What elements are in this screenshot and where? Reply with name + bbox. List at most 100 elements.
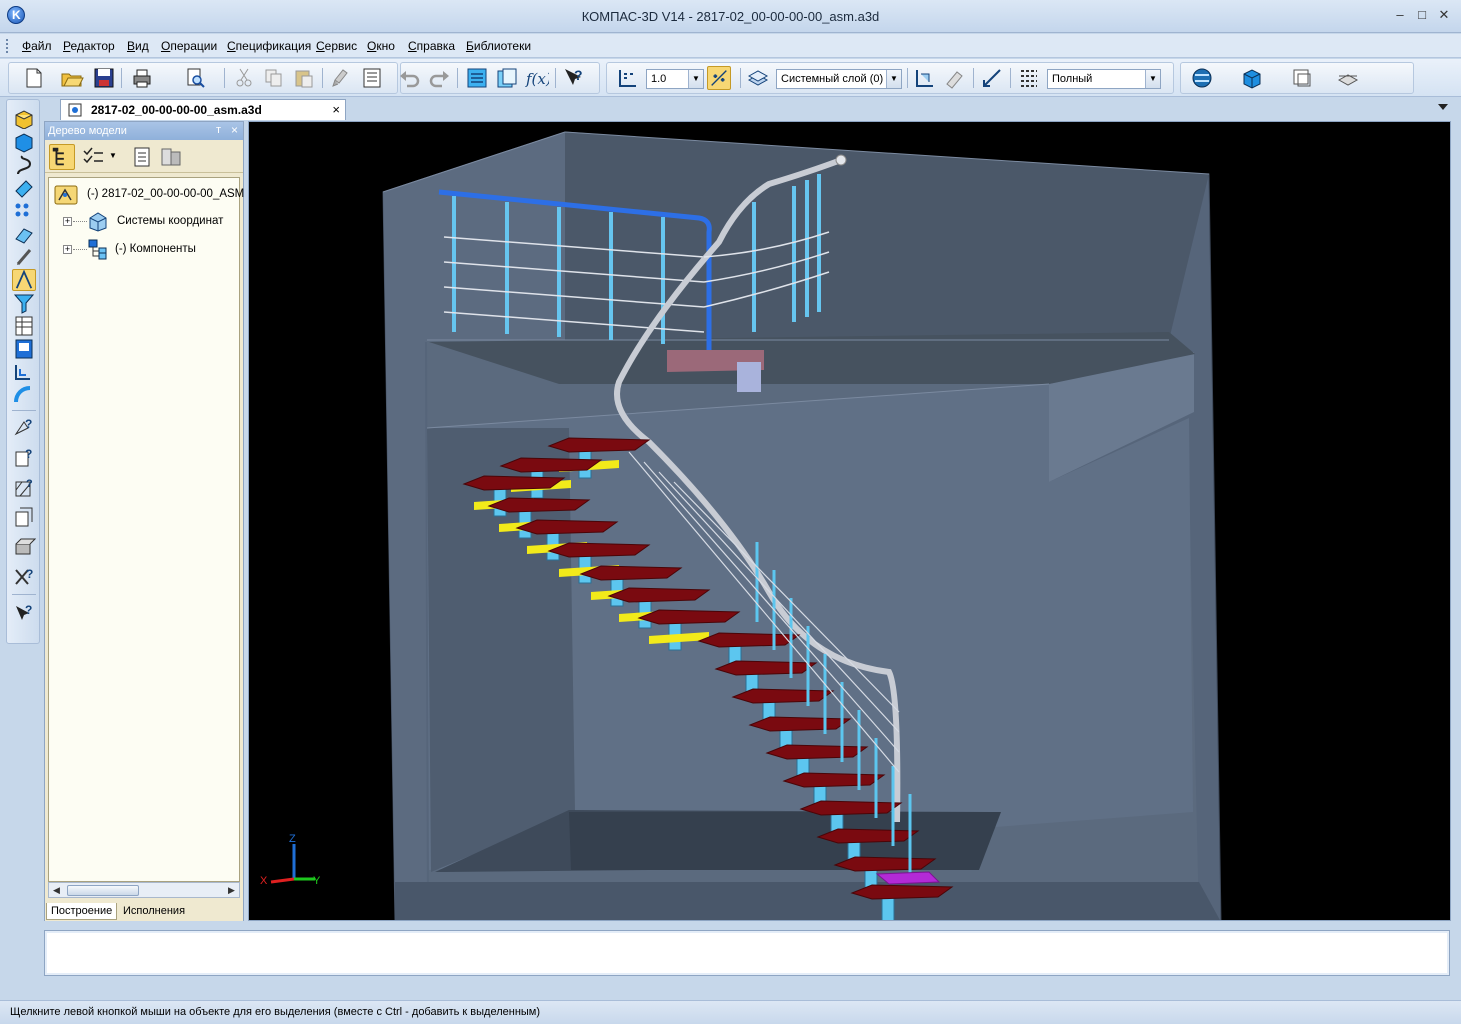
toolbar-separator — [12, 410, 36, 411]
main-toolbar: f(x) ? 1.0▼ Системный слой (0)▼ Полный ▼ — [0, 59, 1461, 97]
menu-grip[interactable] — [6, 39, 10, 53]
expand-icon[interactable]: + — [63, 217, 72, 226]
tab-build[interactable]: Построение — [46, 903, 118, 920]
help-sketch-icon[interactable]: ? — [12, 416, 36, 438]
section-view-icon[interactable] — [1336, 66, 1360, 90]
view-mode-value: Полный — [1052, 73, 1093, 85]
model-viewport[interactable]: Z X Y — [248, 121, 1451, 921]
chevron-down-icon[interactable]: ▼ — [688, 70, 703, 88]
function-fx-icon[interactable]: f(x) — [525, 66, 549, 90]
svg-text:f(x): f(x) — [525, 70, 549, 88]
pin-icon[interactable]: т — [216, 124, 221, 136]
menu-help[interactable]: Справка — [408, 39, 455, 53]
tree-horizontal-scrollbar[interactable]: ◀ ▶ — [48, 882, 240, 898]
scroll-right-icon[interactable]: ▶ — [225, 884, 238, 896]
view-icon[interactable] — [12, 506, 36, 528]
shaded-view-icon[interactable] — [1240, 66, 1264, 90]
menu-window[interactable]: Окно — [367, 39, 395, 53]
component-icon[interactable] — [12, 131, 36, 153]
assembly-icon — [54, 185, 78, 205]
scrollbar-thumb[interactable] — [67, 885, 139, 896]
menu-file[interactable]: Файл — [22, 39, 52, 53]
view-mode-combo[interactable]: Полный ▼ — [1047, 69, 1161, 89]
menu-service[interactable]: Сервис — [316, 39, 357, 53]
minimize-button[interactable]: ‒ — [1392, 8, 1408, 22]
tree-view-options-icon[interactable] — [81, 146, 105, 168]
filter-icon[interactable] — [1017, 66, 1041, 90]
tab-versions[interactable]: Исполнения — [119, 903, 189, 920]
surface-icon[interactable] — [12, 177, 36, 199]
tree-compare-icon[interactable] — [159, 146, 183, 168]
paste-icon[interactable] — [292, 66, 316, 90]
tree-document-icon[interactable] — [131, 146, 153, 168]
help-section-icon[interactable]: ? — [12, 446, 36, 468]
spatial-curve-icon[interactable] — [12, 154, 36, 176]
help-assembly-icon[interactable]: ? — [12, 566, 36, 588]
model-tree-icon[interactable] — [465, 66, 489, 90]
menu-specification[interactable]: Спецификация — [227, 39, 311, 53]
format-painter-icon[interactable] — [330, 66, 354, 90]
tree-structure-icon[interactable] — [49, 144, 75, 170]
orientation-icon[interactable] — [913, 66, 937, 90]
menu-operations[interactable]: Операции — [161, 39, 217, 53]
new-document-icon[interactable] — [22, 66, 46, 90]
save-icon[interactable] — [92, 66, 116, 90]
measure-tools-icon[interactable] — [12, 269, 36, 291]
model-tree-body: (-) 2817-02_00-00-00-00_ASM ( + Системы … — [48, 177, 251, 882]
undo-icon[interactable] — [398, 66, 422, 90]
chevron-down-icon[interactable]: ▼ — [886, 70, 901, 88]
help-pointer-icon[interactable]: ? — [12, 602, 36, 624]
print-preview-icon[interactable] — [183, 66, 207, 90]
staircase-model-render[interactable]: Z X Y — [249, 122, 1451, 921]
expand-icon[interactable]: + — [63, 245, 72, 254]
extrude-icon[interactable] — [12, 536, 36, 558]
render-mode-icon[interactable] — [1190, 66, 1214, 90]
model-tree-title: Дерево модели — [48, 125, 127, 137]
edit-assembly-icon[interactable] — [12, 107, 36, 129]
menu-editor[interactable]: Редактор — [63, 39, 115, 53]
print-icon[interactable] — [130, 66, 154, 90]
close-panel-icon[interactable]: × — [231, 123, 238, 137]
edit-style-icon[interactable] — [943, 66, 967, 90]
maximize-button[interactable]: □ — [1414, 8, 1430, 22]
stair-tread — [799, 800, 903, 816]
fasteners-icon[interactable] — [12, 246, 36, 268]
mate-icon[interactable] — [12, 223, 36, 245]
chevron-down-icon[interactable]: ▼ — [1145, 70, 1160, 88]
copy-icon[interactable] — [262, 66, 286, 90]
help-hatch-icon[interactable]: ? — [12, 476, 36, 498]
sheet-metal-icon[interactable] — [12, 361, 36, 383]
scroll-left-icon[interactable]: ◀ — [50, 884, 63, 896]
layer-combo[interactable]: Системный слой (0) ▼ — [776, 69, 902, 89]
variables-icon[interactable] — [495, 66, 519, 90]
filter-funnel-icon[interactable] — [12, 292, 36, 314]
menu-libraries[interactable]: Библиотеки — [466, 39, 531, 53]
projection-icon[interactable] — [1290, 66, 1314, 90]
svg-text:?: ? — [25, 417, 32, 431]
redo-icon[interactable] — [427, 66, 451, 90]
open-folder-icon[interactable] — [60, 66, 84, 90]
properties-panel[interactable] — [44, 930, 1450, 976]
close-tab-icon[interactable]: × — [332, 102, 340, 117]
svg-text:?: ? — [26, 478, 33, 490]
array-icon[interactable] — [12, 200, 36, 222]
snap-grid-icon[interactable] — [616, 66, 640, 90]
scale-combo[interactable]: 1.0 ▼ — [646, 69, 704, 89]
stair-tread — [816, 828, 920, 844]
measure-icon[interactable] — [980, 66, 1004, 90]
tab-list-chevron-icon[interactable] — [1438, 104, 1448, 110]
document-tab[interactable]: 2817-02_00-00-00-00_asm.a3d × — [60, 99, 346, 120]
properties-icon[interactable] — [360, 66, 384, 90]
status-text: Щелкните левой кнопкой мыши на объекте д… — [10, 1006, 541, 1018]
pipe-icon[interactable] — [12, 384, 36, 406]
context-help-icon[interactable]: ? — [562, 66, 586, 90]
report-icon[interactable] — [12, 338, 36, 360]
layers-icon[interactable] — [746, 66, 770, 90]
snap-objects-icon[interactable] — [707, 66, 731, 90]
menu-view[interactable]: Вид — [127, 39, 149, 53]
close-button[interactable]: ✕ — [1436, 8, 1452, 22]
specification-icon[interactable] — [12, 315, 36, 337]
cut-icon[interactable] — [232, 66, 256, 90]
chevron-down-icon[interactable]: ▼ — [109, 151, 117, 160]
stair-tread — [731, 688, 835, 704]
